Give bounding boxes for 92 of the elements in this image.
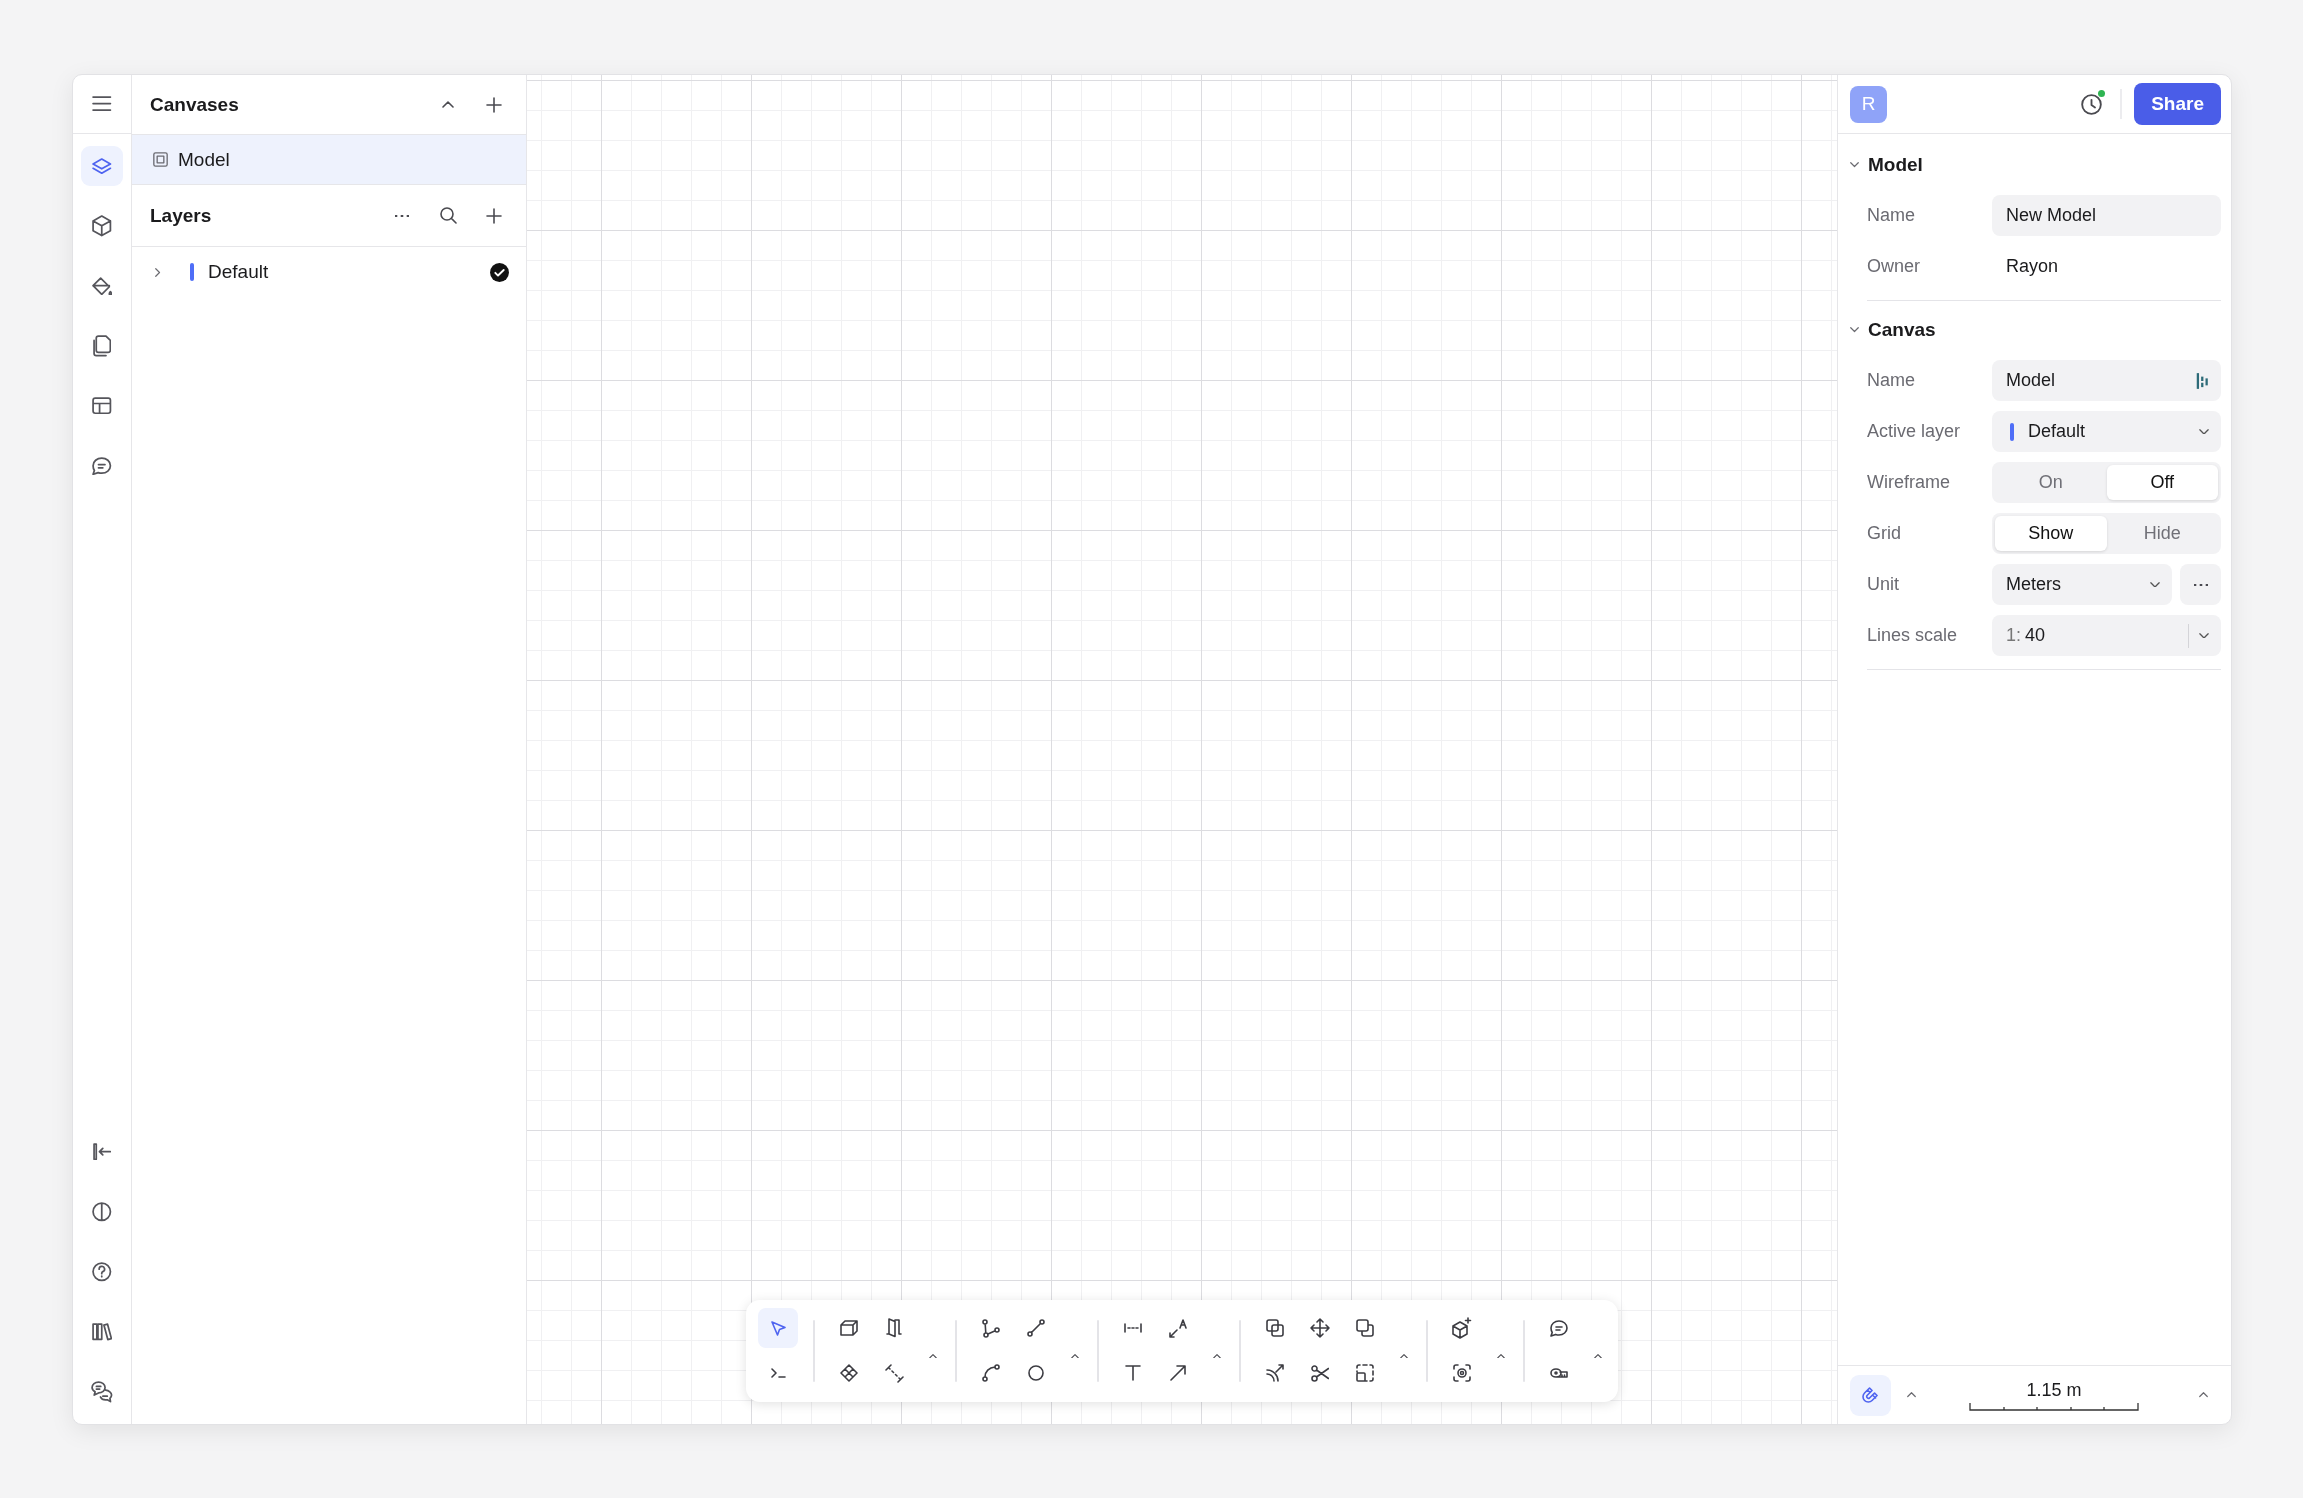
text-icon (1125, 1365, 1141, 1381)
circle-icon (1028, 1365, 1044, 1381)
scissors-icon (1310, 1364, 1330, 1382)
layer-name[interactable]: Default (208, 261, 489, 283)
field-label: Name (1867, 205, 1916, 226)
segment-option[interactable]: Show (1995, 516, 2107, 551)
door-icon (886, 1318, 902, 1338)
plane-grid-icon (840, 1364, 858, 1382)
scan-icon (1453, 1364, 1471, 1382)
panel-title: Layers (150, 204, 212, 227)
contrast-icon (92, 1202, 112, 1222)
dropdown-value: Meters (2006, 574, 2062, 595)
canvas-item[interactable]: Model (132, 134, 526, 185)
offset-icon (1266, 1364, 1284, 1382)
help-icon (92, 1262, 112, 1282)
chevron-up-icon (1906, 1392, 1916, 1398)
box-icon (840, 1320, 858, 1336)
chevron-down-icon (2199, 428, 2209, 435)
chevron-up-icon (1497, 1353, 1505, 1359)
chevron-down-icon (1849, 327, 1859, 333)
chevron-right-icon (155, 267, 161, 277)
panel-title: Canvases (150, 93, 239, 116)
chevron-down-icon (2199, 632, 2209, 639)
menu-icon (92, 96, 112, 112)
chevron-up-icon (2198, 1392, 2208, 1398)
dashed-selection-icon (1356, 1364, 1374, 1382)
copy-icon (1266, 1319, 1284, 1337)
terminal-icon (770, 1368, 786, 1378)
pointer-icon (770, 1320, 786, 1336)
section-title: Model (1868, 154, 1923, 176)
input-field[interactable]: New Model (1992, 195, 2221, 236)
polyline-icon (982, 1318, 1000, 1338)
search-icon (439, 207, 457, 224)
scale-label: 1.15 m (2026, 1379, 2082, 1401)
input-field[interactable]: Model (1992, 360, 2221, 401)
field-label: Owner (1867, 256, 1921, 277)
chevron-up-icon (929, 1353, 937, 1359)
pointer-tool[interactable] (758, 1308, 798, 1348)
field-value: Rayon (2005, 256, 2059, 277)
layers-icon (92, 157, 112, 175)
add-cube-icon (1452, 1317, 1472, 1339)
chevron-up-icon (1071, 1353, 1079, 1359)
comment-icon (1550, 1319, 1568, 1337)
chevron-down-icon (2150, 581, 2160, 588)
field-label: Name (1867, 370, 1916, 391)
section-title: Canvas (1868, 319, 1936, 341)
history-icon (2080, 93, 2102, 115)
scale-prefix: 1: (2006, 625, 2021, 646)
more-icon (395, 214, 409, 217)
layer-dropdown[interactable]: Default (1992, 411, 2221, 452)
field-label: Unit (1867, 574, 1900, 595)
field-label: Wireframe (1867, 472, 1951, 493)
scale-field[interactable]: 1: 40 (1992, 615, 2221, 656)
label-arrow-icon (1169, 1318, 1187, 1338)
move-icon (1310, 1318, 1330, 1338)
unit-dropdown[interactable]: Meters (1992, 564, 2172, 605)
collapse-sidebar-icon (92, 1143, 112, 1161)
plus-icon (486, 207, 502, 224)
paint-bucket-icon (91, 276, 113, 296)
share-button[interactable]: Share (2134, 83, 2221, 125)
table-icon (92, 397, 112, 415)
chevron-up-icon (1400, 1353, 1408, 1359)
tape-measure-icon (1550, 1368, 1568, 1378)
pages-icon (92, 335, 112, 357)
comment-icon (92, 456, 112, 476)
dimension-icon (1124, 1323, 1142, 1333)
chevron-up-icon (1213, 1353, 1221, 1359)
field-label: Active layer (1867, 421, 1962, 442)
cube-icon (92, 215, 112, 237)
segment-option[interactable]: Off (2106, 465, 2218, 500)
line-icon (1027, 1319, 1045, 1337)
segment-option[interactable]: On (1995, 465, 2107, 500)
chevron-up-icon (1594, 1353, 1602, 1359)
segment-option[interactable]: Hide (2106, 516, 2218, 551)
arc-icon (982, 1364, 1000, 1382)
more-icon (2193, 583, 2208, 586)
canvas-icon (153, 152, 168, 167)
scale-value: 40 (2025, 625, 2047, 646)
chats-icon (91, 1381, 113, 1403)
plus-icon (486, 96, 502, 113)
overlap-icon (1356, 1319, 1374, 1337)
chevron-down-icon (1849, 162, 1859, 168)
field-label: Lines scale (1867, 625, 1959, 646)
magnet-icon (1862, 1386, 1879, 1403)
dropdown-value: Default (2028, 421, 2087, 442)
layers-button[interactable] (81, 146, 123, 186)
field-label: Grid (1867, 523, 1902, 544)
arrow-icon (1170, 1365, 1186, 1381)
chevron-up-icon (442, 101, 454, 108)
measure-line-icon (884, 1363, 904, 1383)
library-icon (91, 1323, 113, 1341)
snap-button[interactable] (1850, 1374, 1891, 1416)
